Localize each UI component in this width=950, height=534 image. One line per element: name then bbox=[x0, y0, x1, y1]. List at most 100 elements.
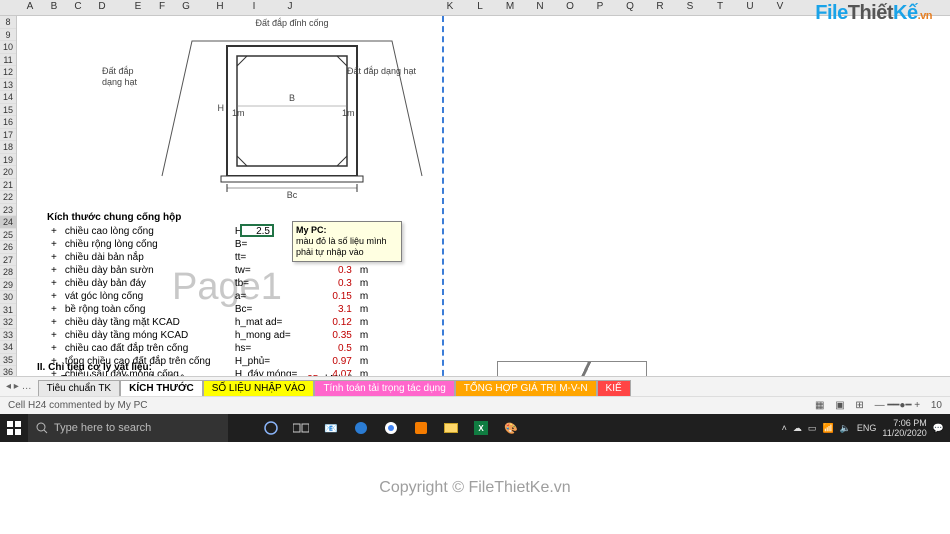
row-19[interactable]: 19 bbox=[0, 154, 16, 167]
row-13[interactable]: 13 bbox=[0, 79, 16, 92]
row-8[interactable]: 8 bbox=[0, 16, 16, 29]
row-34[interactable]: 34 bbox=[0, 341, 16, 354]
row-27[interactable]: 27 bbox=[0, 254, 16, 267]
row-18[interactable]: 18 bbox=[0, 141, 16, 154]
col-Q[interactable]: Q bbox=[620, 1, 640, 12]
col-R[interactable]: R bbox=[650, 1, 670, 12]
tray-volume-icon[interactable]: 🔈 bbox=[840, 423, 851, 434]
tray-clock[interactable]: 7:06 PM 11/20/2020 bbox=[882, 418, 926, 438]
copyright-text: Copyright © FileThietKe.vn bbox=[379, 479, 570, 497]
col-G[interactable]: G bbox=[176, 1, 196, 12]
col-U[interactable]: U bbox=[740, 1, 760, 12]
tray-chevron-icon[interactable]: ˄ bbox=[782, 423, 787, 433]
param-row[interactable]: +chiều cao đất đắp trên cốnghs=0.5m bbox=[47, 342, 396, 355]
app-1-icon[interactable]: 📧 bbox=[318, 415, 344, 441]
cortana-icon[interactable] bbox=[258, 415, 284, 441]
row-29[interactable]: 29 bbox=[0, 279, 16, 292]
view-normal-icon[interactable]: ▦ bbox=[815, 400, 824, 411]
file-explorer-icon[interactable] bbox=[438, 415, 464, 441]
col-I[interactable]: I bbox=[244, 1, 264, 12]
selected-cell[interactable]: 2.5 bbox=[240, 224, 274, 237]
col-D[interactable]: D bbox=[92, 1, 112, 12]
row-23[interactable]: 23 bbox=[0, 204, 16, 217]
row-28[interactable]: 28 bbox=[0, 266, 16, 279]
dim-1m-left: 1m bbox=[232, 108, 245, 118]
col-L[interactable]: L bbox=[470, 1, 490, 12]
row-11[interactable]: 11 bbox=[0, 54, 16, 67]
task-view-icon[interactable] bbox=[288, 415, 314, 441]
param-row[interactable]: +chiều dày tầng mặt KCADh_mat ad=0.12m bbox=[47, 316, 396, 329]
param-row[interactable]: +chiều dày bản sườntw=0.3m bbox=[47, 264, 396, 277]
row-30[interactable]: 30 bbox=[0, 291, 16, 304]
col-J[interactable]: J bbox=[280, 1, 300, 12]
app-orange-icon[interactable] bbox=[408, 415, 434, 441]
row-26[interactable]: 26 bbox=[0, 241, 16, 254]
row-31[interactable]: 31 bbox=[0, 304, 16, 317]
view-layout-icon[interactable]: ▣ bbox=[835, 400, 844, 411]
col-F[interactable]: F bbox=[152, 1, 172, 12]
row-24[interactable]: 24 bbox=[0, 216, 16, 229]
paint-icon[interactable]: 🎨 bbox=[498, 415, 524, 441]
row-header-column[interactable]: 8910111213141516171819202122232425262728… bbox=[0, 16, 17, 404]
sheet-tab[interactable]: Tiêu chuẩn TK bbox=[38, 380, 120, 396]
row-25[interactable]: 25 bbox=[0, 229, 16, 242]
row-14[interactable]: 14 bbox=[0, 91, 16, 104]
row-21[interactable]: 21 bbox=[0, 179, 16, 192]
sheet-tab[interactable]: KÍCH THƯỚC bbox=[120, 380, 203, 396]
page-footer-area: Copyright © FileThietKe.vn bbox=[0, 442, 950, 534]
dim-B: B bbox=[289, 93, 295, 103]
taskbar-search[interactable]: Type here to search bbox=[28, 414, 228, 442]
cell-comment-popup: My PC: màu đỏ là số liệu mình phải tự nh… bbox=[292, 221, 402, 262]
col-V[interactable]: V bbox=[770, 1, 790, 12]
sheet-tab[interactable]: SỐ LIỆU NHẬP VÀO bbox=[203, 380, 315, 396]
param-row[interactable]: +bề rộng toàn cốngBc=3.1m bbox=[47, 303, 396, 316]
drawing-left-label: Đất đắpdạng hạt bbox=[102, 66, 137, 88]
col-A[interactable]: A bbox=[20, 1, 40, 12]
row-32[interactable]: 32 bbox=[0, 316, 16, 329]
row-20[interactable]: 20 bbox=[0, 166, 16, 179]
col-T[interactable]: T bbox=[710, 1, 730, 12]
col-N[interactable]: N bbox=[530, 1, 550, 12]
excel-icon[interactable]: X bbox=[468, 415, 494, 441]
tray-wifi-icon[interactable]: 📶 bbox=[822, 423, 833, 434]
tab-nav-arrows[interactable]: ◂ ▸ … bbox=[0, 381, 38, 392]
row-35[interactable]: 35 bbox=[0, 354, 16, 367]
row-22[interactable]: 22 bbox=[0, 191, 16, 204]
row-10[interactable]: 10 bbox=[0, 41, 16, 54]
zoom-slider[interactable]: — ━━●━ + bbox=[875, 400, 921, 411]
col-B[interactable]: B bbox=[44, 1, 64, 12]
col-H[interactable]: H bbox=[210, 1, 230, 12]
sheet-tab[interactable]: Tính toán tải trọng tác dụng bbox=[314, 380, 454, 396]
row-12[interactable]: 12 bbox=[0, 66, 16, 79]
param-row[interactable]: +chiều dày tầng móng KCADh_mong ad=0.35m bbox=[47, 329, 396, 342]
sheet-tab[interactable]: KIỂ bbox=[597, 380, 631, 396]
param-row[interactable]: +vát góc lòng cốnga=0.15m bbox=[47, 290, 396, 303]
row-16[interactable]: 16 bbox=[0, 116, 16, 129]
col-S[interactable]: S bbox=[680, 1, 700, 12]
dim-H: H bbox=[218, 103, 225, 113]
tray-battery-icon[interactable]: ▭ bbox=[808, 423, 817, 434]
col-P[interactable]: P bbox=[590, 1, 610, 12]
row-17[interactable]: 17 bbox=[0, 129, 16, 142]
drawing-right-label: Đất đắp dạng hạt bbox=[347, 66, 416, 77]
param-row[interactable]: +chiều dày bản đáytb=0.3m bbox=[47, 277, 396, 290]
tray-cloud-icon[interactable]: ☁ bbox=[793, 423, 802, 434]
tray-language[interactable]: ENG bbox=[857, 423, 877, 433]
col-O[interactable]: O bbox=[560, 1, 580, 12]
row-15[interactable]: 15 bbox=[0, 104, 16, 117]
col-M[interactable]: M bbox=[500, 1, 520, 12]
col-C[interactable]: C bbox=[68, 1, 88, 12]
row-33[interactable]: 33 bbox=[0, 329, 16, 342]
edge-icon[interactable] bbox=[348, 415, 374, 441]
view-break-icon[interactable]: ⊞ bbox=[855, 400, 863, 411]
tray-notifications-icon[interactable]: 💬 bbox=[933, 423, 944, 434]
sheet-tab[interactable]: TỔNG HỢP GIÁ TRỊ M-V-N bbox=[455, 380, 597, 396]
col-E[interactable]: E bbox=[128, 1, 148, 12]
chrome-icon[interactable] bbox=[378, 415, 404, 441]
row-9[interactable]: 9 bbox=[0, 29, 16, 42]
col-K[interactable]: K bbox=[440, 1, 460, 12]
page-break-line bbox=[442, 16, 444, 386]
column-header-row[interactable]: ABCD EFG H I J KLMNOPQRSTUV bbox=[0, 0, 950, 16]
start-button[interactable] bbox=[0, 414, 28, 442]
spreadsheet-grid[interactable]: Page1 Đất đắp đỉnh cống B H Bc bbox=[17, 16, 932, 386]
